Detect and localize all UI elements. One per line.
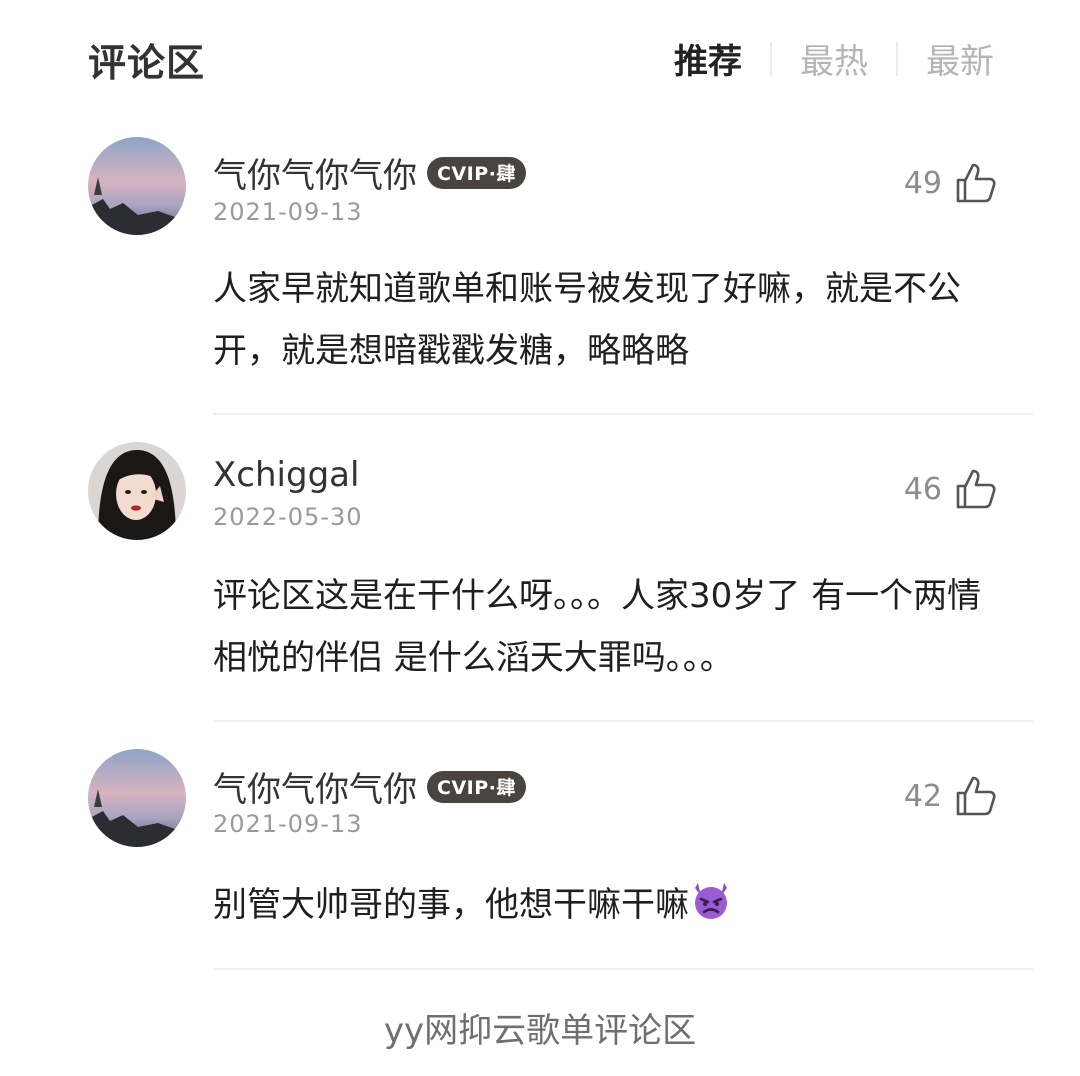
comment-text-body: 别管大帅哥的事，他想干嘛干嘛 [213, 885, 689, 925]
caption-text: yy网抑云歌单评论区 [383, 1011, 697, 1051]
user-avatar[interactable] [88, 442, 186, 540]
like-button[interactable]: 49 [904, 160, 998, 206]
thumbs-up-icon[interactable] [952, 160, 998, 206]
like-button[interactable]: 42 [904, 773, 998, 819]
tab-hottest[interactable]: 最热 [800, 34, 868, 83]
comment-divider [213, 413, 1033, 415]
sunset-avatar-image [88, 137, 186, 235]
tab-recommended[interactable]: 推荐 [674, 34, 742, 83]
page-title: 评论区 [88, 41, 206, 85]
sunset-avatar-image [88, 749, 186, 847]
portrait-avatar-image [88, 442, 186, 540]
thumbs-up-icon[interactable] [952, 773, 998, 819]
like-count: 42 [903, 778, 942, 814]
like-button[interactable]: 46 [904, 466, 998, 512]
tab-divider [896, 41, 898, 76]
user-avatar[interactable] [88, 749, 186, 847]
thumbs-up-icon[interactable] [952, 466, 998, 512]
comment-divider [213, 720, 1033, 722]
name-row: 气你气你气你 CVIP·肆 [213, 148, 526, 197]
comment-text: 别管大帅哥的事，他想干嘛干嘛 [213, 874, 1013, 936]
sort-tabs: 推荐 最热 最新 [674, 34, 994, 83]
like-count: 49 [903, 165, 942, 201]
like-count: 46 [903, 471, 942, 507]
comment-date: 2021-09-13 [213, 810, 363, 838]
username[interactable]: 气你气你气你 [213, 762, 417, 811]
tab-divider [770, 41, 772, 76]
comment-text: 评论区这是在干什么呀。。。人家30岁了 有一个两情相悦的伴侣 是什么滔天大罪吗。… [213, 576, 982, 678]
vip-badge: CVIP·肆 [427, 156, 526, 189]
comment-text: 人家早就知道歌单和账号被发现了好嘛，就是不公开，就是想暗戳戳发糖，略略略 [213, 269, 961, 371]
comment-date: 2022-05-30 [213, 503, 363, 531]
username[interactable]: Xchiggal [213, 455, 359, 495]
username[interactable]: 气你气你气你 [213, 148, 417, 197]
vip-badge: CVIP·肆 [427, 770, 526, 803]
name-row: 气你气你气你 CVIP·肆 [213, 762, 526, 811]
comment-date: 2021-09-13 [213, 198, 363, 226]
comment-divider [213, 968, 1033, 970]
angry-devil-emoji-icon [689, 878, 733, 922]
tab-newest[interactable]: 最新 [926, 34, 994, 83]
comment-header: 评论区 推荐 最热 最新 [0, 0, 1080, 110]
name-row: Xchiggal [213, 455, 359, 495]
user-avatar[interactable] [88, 137, 186, 235]
